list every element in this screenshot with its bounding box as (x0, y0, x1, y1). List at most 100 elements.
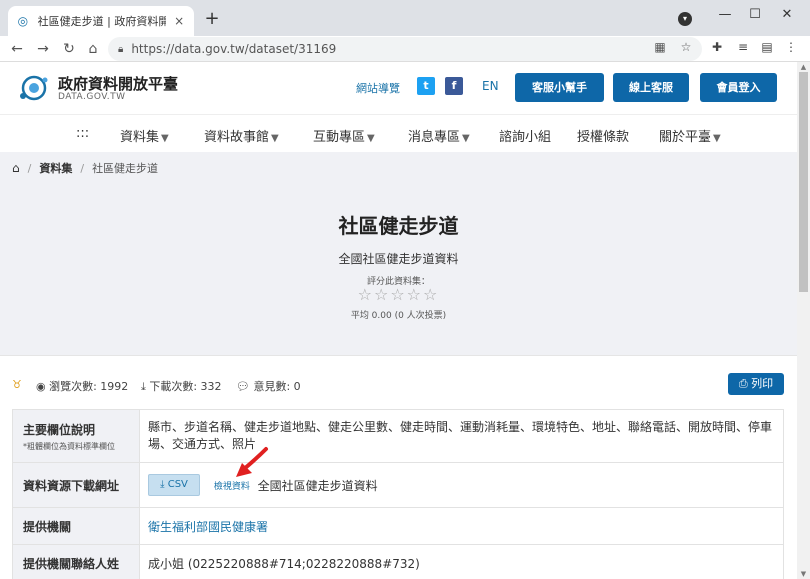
nav-item-advisory[interactable]: 諮詢小組 (499, 126, 551, 145)
site-logo-title[interactable]: 政府資料開放平臺 (58, 73, 178, 94)
page-scrollbar[interactable]: ▲ ▼ (797, 62, 810, 579)
rating-summary: 平均 0.00 (0 人次投票) (350, 311, 447, 321)
tab-close-icon[interactable]: × (172, 14, 186, 28)
contact-value: 成小姐 (0225220888#714;0228220888#732) (139, 544, 784, 579)
nav-item-label: 諮詢小組 (499, 130, 552, 145)
breadcrumb-separator: / (80, 161, 85, 175)
comments-icon: 💬︎ (236, 380, 254, 393)
nav-item-label: 資料集 (120, 130, 160, 145)
breadcrumb-datasets[interactable]: 資料集 (39, 160, 72, 176)
address-bar[interactable]: 🔒︎ https://data.gov.tw/dataset/31169 (108, 37, 702, 61)
web-page: 政府資料開放平臺 DATA.GOV.TW 網站導覽 t f EN 客服小幫手 線… (0, 62, 797, 579)
award-icon: ♉ (12, 378, 22, 391)
nav-item-label: 關於平臺 (659, 130, 712, 145)
site-logo-subtitle: DATA.GOV.TW (58, 92, 126, 102)
scrollbar-thumb[interactable] (799, 72, 808, 292)
nav-item-data-stories[interactable]: 資料故事館 ▼ (204, 126, 279, 145)
print-label: 列印 (751, 377, 774, 390)
chevron-down-icon: ▼ (462, 133, 470, 144)
nav-item-interactive[interactable]: 互動專區 ▼ (313, 126, 375, 145)
dataset-hero: ⌂ / 資料集 / 社區健走步道 社區健走步道 全國社區健走步道資料 評分此資料… (0, 152, 797, 355)
window-maximize-button[interactable]: ☐ (740, 4, 770, 26)
print-button[interactable]: ⎙ 列印 (728, 373, 784, 395)
member-login-button[interactable]: 會員登入 (700, 73, 777, 102)
online-service-button[interactable]: 線上客服 (613, 73, 689, 102)
chevron-down-icon: ▼ (271, 133, 279, 144)
nav-item-about[interactable]: 關於平臺 ▼ (659, 126, 721, 145)
window-close-button[interactable]: ✕ (772, 4, 802, 26)
nav-item-label: 消息專區 (408, 130, 461, 145)
qr-code-icon[interactable]: ▦ (652, 40, 668, 54)
provider-cell: 衛生福利部國民健康署 (139, 507, 784, 545)
nav-menu-icon[interactable]: ::: (76, 126, 89, 141)
csv-download-button[interactable]: ⤓ CSV (148, 474, 200, 496)
tab-title: 社區健走步道 | 政府資料開放平臺 (37, 15, 167, 28)
download-icon: ⤓ (160, 479, 168, 490)
chevron-down-icon: ▼ (713, 133, 721, 144)
breadcrumb-separator: / (27, 161, 32, 175)
dataset-info-table: 主要欄位說明 *粗體欄位為資料標準欄位 縣市、步道名稱、健走步道地點、健走公里數、… (12, 409, 784, 579)
dataset-title: 社區健走步道 (338, 214, 459, 238)
browser-toolbar: ← → ↻ ⌂ 🔒︎ https://data.gov.tw/dataset/3… (0, 36, 810, 62)
comment-count-text: 意見數: 0 (253, 380, 301, 393)
view-count-text: 瀏覽次數: 1992 (49, 380, 129, 393)
chevron-down-icon: ▼ (367, 133, 375, 144)
home-icon[interactable]: ⌂ (12, 161, 20, 175)
forward-arrow-icon[interactable]: → (32, 38, 54, 60)
scroll-up-icon[interactable]: ▲ (797, 62, 810, 72)
breadcrumb: ⌂ / 資料集 / 社區健走步道 (12, 160, 158, 176)
address-url[interactable]: https://data.gov.tw/dataset/31169 (131, 42, 336, 56)
provider-link[interactable]: 衛生福利部國民健康署 (148, 520, 268, 534)
table-row: 主要欄位說明 *粗體欄位為資料標準欄位 縣市、步道名稱、健走步道地點、健走公里數、… (12, 409, 784, 463)
language-switch-en[interactable]: EN (482, 79, 499, 93)
reload-icon[interactable]: ↻ (58, 38, 80, 60)
extensions-icon[interactable]: ✚ (708, 40, 726, 54)
annotation-arrow-icon (236, 447, 268, 477)
chevron-down-icon: ▼ (161, 133, 169, 144)
browser-menu-icon[interactable]: ⋮ (782, 40, 800, 54)
fields-header: 主要欄位說明 *粗體欄位為資料標準欄位 (12, 409, 140, 463)
table-row: 資料資源下載網址 ⤓ CSV 檢視資料 全國社區健走步道資料 (12, 462, 784, 508)
view-count: ◉ 瀏覽次數: 1992 (36, 378, 128, 394)
site-guide-link[interactable]: 網站導覽 (356, 80, 400, 96)
csv-label: CSV (167, 479, 188, 490)
download-count-text: 下載次數: 332 (149, 380, 222, 393)
nav-item-label: 資料故事館 (204, 130, 270, 145)
back-arrow-icon[interactable]: ← (6, 38, 28, 60)
home-icon[interactable]: ⌂ (82, 38, 104, 60)
bookmark-star-icon[interactable]: ☆ (678, 40, 694, 54)
lock-icon: 🔒︎ (118, 43, 124, 55)
site-header: 政府資料開放平臺 DATA.GOV.TW 網站導覽 t f EN 客服小幫手 線… (0, 62, 797, 114)
eye-icon: ◉ (36, 380, 50, 393)
reading-list-icon[interactable]: ≡ (734, 40, 752, 54)
nav-item-datasets[interactable]: 資料集 ▼ (120, 126, 169, 145)
browser-tabstrip: ◎ 社區健走步道 | 政府資料開放平臺 × + ▾ — ☐ ✕ (0, 0, 810, 36)
table-row: 提供機關聯絡人姓 成小姐 (0225220888#714;0228220888#… (12, 544, 784, 579)
star-rating-input[interactable]: ☆☆☆☆☆ (0, 285, 797, 304)
dataset-stats: ♉ ◉ 瀏覽次數: 1992 ⤓ 下載次數: 332 💬︎ 意見數: 0 ⎙ 列… (0, 355, 797, 403)
nav-item-news[interactable]: 消息專區 ▼ (408, 126, 470, 145)
nav-item-license[interactable]: 授權條款 (577, 126, 629, 145)
breadcrumb-current: 社區健走步道 (92, 162, 159, 175)
helper-button[interactable]: 客服小幫手 (515, 73, 604, 102)
comment-count: 💬︎ 意見數: 0 (236, 378, 301, 394)
profile-menu-icon[interactable]: ▾ (678, 12, 692, 26)
resource-name: 全國社區健走步道資料 (257, 478, 378, 493)
dataset-description: 全國社區健走步道資料 (338, 252, 459, 266)
nav-item-label: 互動專區 (313, 130, 366, 145)
printer-icon: ⎙ (738, 377, 752, 390)
table-row: 提供機關 衛生福利部國民健康署 (12, 507, 784, 545)
new-tab-button[interactable]: + (202, 9, 222, 29)
download-count: ⤓ 下載次數: 332 (141, 378, 222, 394)
nav-item-label: 授權條款 (577, 130, 630, 145)
scroll-down-icon[interactable]: ▼ (797, 569, 810, 579)
download-header: 資料資源下載網址 (12, 462, 140, 508)
site-logo-icon[interactable] (18, 72, 50, 104)
main-navigation: ::: 資料集 ▼ 資料故事館 ▼ 互動專區 ▼ 消息專區 ▼ 諮詢小組 授權條款 關於… (0, 114, 797, 152)
fields-header-text: 主要欄位說明 (23, 422, 96, 437)
browser-tab[interactable]: ◎ 社區健走步道 | 政府資料開放平臺 × (8, 6, 194, 36)
calendar-extension-icon[interactable]: ▤ (758, 40, 776, 54)
window-minimize-button[interactable]: — (710, 4, 740, 26)
facebook-icon[interactable]: f (445, 77, 463, 95)
twitter-icon[interactable]: t (417, 77, 435, 95)
